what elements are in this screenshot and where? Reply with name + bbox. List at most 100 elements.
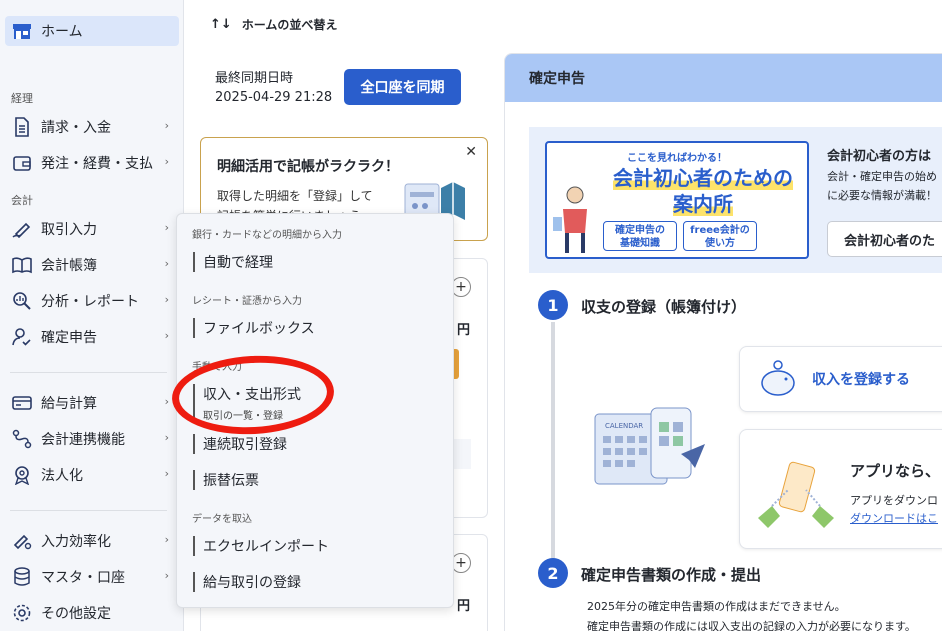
register-income-card[interactable]: 収入を登録する (739, 346, 942, 412)
sidebar-item-efficiency[interactable]: 入力効率化 › (5, 526, 179, 556)
section-label-accounting: 経理 (11, 92, 33, 105)
chevron-right-icon: › (164, 467, 169, 480)
sidebar-item-label: 発注・経費・支払 (41, 156, 153, 172)
last-sync-datetime: 2025-04-29 21:28 (215, 90, 333, 105)
sidebar-item-label: 会計帳簿 (41, 258, 97, 274)
sidebar-item-label: 給与計算 (41, 396, 97, 412)
step-title: 確定申告書類の作成・提出 (581, 566, 762, 584)
menu-item-payroll-transaction[interactable]: 給与取引の登録 (193, 572, 443, 592)
last-sync: 最終同期日時 2025-04-29 21:28 (215, 69, 332, 107)
person-illustration-icon (553, 186, 587, 253)
add-icon[interactable]: + (451, 553, 471, 573)
pill-line: 使い方 (705, 238, 735, 249)
sync-all-button[interactable]: 全口座を同期 (344, 69, 461, 105)
step2-line: 2025年分の確定申告書類の作成はまだできません。 (587, 600, 846, 613)
add-icon[interactable]: + (451, 277, 471, 297)
pen-icon (11, 218, 33, 240)
step2-line: 確定申告書類の作成には収入支出の記録の入力が必要になります。 (587, 620, 916, 631)
howto-pill[interactable]: freee会計の 使い方 (683, 221, 757, 251)
menu-item-transfer-slip[interactable]: 振替伝票 (193, 470, 443, 490)
menu-section-label: データを取込 (192, 514, 252, 525)
basics-pill[interactable]: 確定申告の 基礎知識 (603, 221, 677, 251)
step-connector (551, 322, 555, 572)
sidebar: ホーム 経理 請求・入金 › 発注・経費・支払 › 会計 取引入力 › 会計帳簿… (0, 0, 184, 631)
app-title: アプリなら、 (850, 462, 941, 480)
sort-icon: ↑↓ (210, 17, 232, 32)
database-icon (11, 566, 33, 588)
step-number: 2 (538, 558, 568, 588)
app-desc: アプリをダウンロ (850, 494, 938, 507)
sidebar-item-transaction-entry[interactable]: 取引入力 › (5, 214, 179, 244)
reorder-button[interactable]: ↑↓ ホームの並べ替え (210, 16, 337, 33)
section-label-bookkeeping: 会計 (11, 194, 33, 207)
banner-main: 会計初心者のための 案内所 (603, 165, 803, 217)
banner-line: 会計初心者のための (613, 166, 793, 190)
banner-line: 案内所 (673, 192, 733, 216)
banner-top: ここを見ればわかる！ (627, 153, 727, 164)
menu-section-label: レシート・証憑から入力 (192, 296, 302, 307)
gear-icon (11, 602, 33, 624)
piggy-bank-icon (761, 360, 795, 396)
analysis-icon (11, 290, 33, 312)
chevron-right-icon: › (164, 257, 169, 270)
menu-item-auto-accounting[interactable]: 自動で経理 (193, 252, 443, 272)
calendar-illustration-icon: CALENDAR (594, 407, 705, 485)
sidebar-item-label: その他設定 (41, 606, 111, 622)
sidebar-item-label: 請求・入金 (41, 120, 111, 136)
chevron-right-icon: › (164, 533, 169, 546)
sidebar-item-settings[interactable]: その他設定 (5, 598, 179, 628)
register-income-label: 収入を登録する (812, 372, 910, 388)
sidebar-item-incorporation[interactable]: 法人化 › (5, 460, 179, 490)
sidebar-item-label: 分析・レポート (41, 294, 139, 310)
chevron-right-icon: › (164, 119, 169, 132)
sidebar-item-label: 会計連携機能 (41, 432, 125, 448)
menu-item-file-box[interactable]: ファイルボックス (193, 318, 443, 338)
link-icon (11, 428, 33, 450)
sidebar-item-ledger[interactable]: 会計帳簿 › (5, 250, 179, 280)
beginner-guide: ここを見ればわかる！ 会計初心者のための 案内所 確定申告の 基礎知識 free… (529, 127, 942, 273)
step-number: 1 (538, 290, 568, 320)
chevron-right-icon: › (164, 431, 169, 444)
sidebar-item-label: 取引入力 (41, 222, 97, 238)
beginner-guide-button[interactable]: 会計初心者のた (827, 221, 942, 257)
calendar-label: CALENDAR (605, 422, 643, 430)
sidebar-item-expenses[interactable]: 発注・経費・支払 › (5, 148, 179, 178)
close-icon[interactable]: ✕ (465, 144, 477, 160)
person-check-icon (11, 326, 33, 348)
store-icon (11, 20, 33, 42)
step2-description: 2025年分の確定申告書類の作成はまだできません。 確定申告書類の作成には収入支… (587, 597, 916, 631)
menu-item-excel-import[interactable]: エクセルインポート (193, 536, 443, 556)
sidebar-divider (10, 372, 167, 373)
book-icon (11, 254, 33, 276)
pill-line: 基礎知識 (620, 238, 660, 249)
pen-gear-icon (11, 530, 33, 552)
app-download-card: アプリなら、 アプリをダウンロ ダウンロードはこ (739, 429, 942, 549)
last-sync-label: 最終同期日時 (215, 71, 294, 86)
sidebar-item-billing[interactable]: 請求・入金 › (5, 112, 179, 142)
sidebar-item-integrations[interactable]: 会計連携機能 › (5, 424, 179, 454)
tip-title: 明細活用で記帳がラクラク！ (217, 159, 399, 175)
reorder-label: ホームの並べ替え (241, 18, 338, 32)
sidebar-item-label: 確定申告 (41, 330, 97, 346)
card-footer-tab (451, 439, 471, 469)
phone-hands-illustration-icon (758, 461, 834, 528)
sidebar-item-reports[interactable]: 分析・レポート › (5, 286, 179, 316)
menu-item-continuous-entry[interactable]: 連続取引登録 (193, 434, 443, 454)
guide-desc: 会計・確定申告の始め に必要な情報が満載！ (827, 167, 937, 205)
sidebar-item-label: マスタ・口座 (41, 570, 125, 586)
chevron-right-icon: › (164, 293, 169, 306)
chevron-right-icon: › (164, 569, 169, 582)
yen-label: 円 (457, 599, 471, 614)
sidebar-item-tax-return[interactable]: 確定申告 › (5, 322, 179, 352)
sidebar-item-home[interactable]: ホーム (5, 16, 179, 46)
step-title: 収支の登録（帳簿付け） (581, 298, 747, 316)
sidebar-item-label: 法人化 (41, 468, 83, 484)
beginner-banner[interactable]: ここを見ればわかる！ 会計初心者のための 案内所 確定申告の 基礎知識 free… (545, 141, 809, 259)
tip-line: 取得した明細を「登録」して (217, 189, 373, 203)
sidebar-item-label: 入力効率化 (41, 534, 111, 550)
sidebar-item-payroll[interactable]: 給与計算 › (5, 388, 179, 418)
sidebar-item-master[interactable]: マスタ・口座 › (5, 562, 179, 592)
guide-title: 会計初心者の方は (827, 149, 932, 164)
yen-label: 円 (457, 323, 471, 338)
app-download-link[interactable]: ダウンロードはこ (850, 510, 938, 526)
